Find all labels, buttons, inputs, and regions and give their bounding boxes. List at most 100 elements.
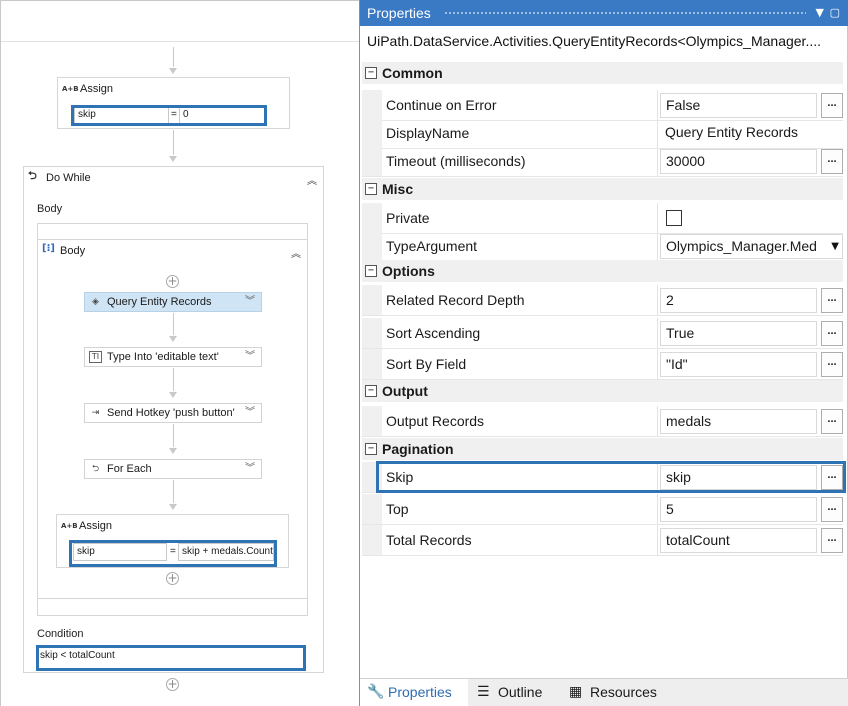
property-value-input[interactable]: 30000 bbox=[660, 149, 817, 174]
collapse-category-icon[interactable]: − bbox=[365, 183, 377, 195]
collapse-category-icon[interactable]: − bbox=[365, 67, 377, 79]
do-while-header: ⮌ Do While ︽ bbox=[24, 167, 323, 189]
add-activity-icon[interactable]: + bbox=[166, 572, 179, 585]
properties-titlebar[interactable]: Properties ▼ ▢ bbox=[360, 0, 848, 26]
row-gutter bbox=[362, 462, 382, 492]
property-value-input[interactable]: medals bbox=[660, 409, 817, 434]
property-value-input[interactable]: totalCount bbox=[660, 528, 817, 553]
row-gutter bbox=[362, 318, 382, 348]
collapse-icon[interactable]: ︽ bbox=[291, 244, 301, 266]
assign-value-field[interactable]: 0 bbox=[179, 106, 266, 124]
outline-icon: ☰ bbox=[477, 684, 490, 700]
property-value-input[interactable]: Query Entity Records bbox=[660, 121, 817, 146]
ellipsis-button[interactable]: ... bbox=[821, 352, 843, 377]
connector-arrow bbox=[169, 156, 177, 162]
ellipsis-button[interactable]: ... bbox=[821, 321, 843, 346]
category-pagination[interactable]: − Pagination bbox=[362, 438, 843, 460]
add-activity-icon[interactable]: + bbox=[166, 678, 179, 691]
property-row-related-record-depth[interactable]: Related Record Depth 2... bbox=[362, 285, 843, 316]
condition-input[interactable]: skip < totalCount bbox=[37, 648, 305, 668]
ellipsis-button[interactable]: ... bbox=[821, 288, 843, 313]
category-label: Output bbox=[382, 383, 428, 399]
activity-type-into[interactable]: TI Type Into 'editable text' ︾ bbox=[84, 347, 262, 367]
assign-activity-inner[interactable]: A+B Assign skip = skip + medals.Count bbox=[56, 514, 289, 568]
assign-activity-top[interactable]: A+B Assign skip = 0 bbox=[57, 77, 290, 129]
property-row-sort-by-field[interactable]: Sort By Field "Id"... bbox=[362, 349, 843, 380]
for-each-icon: ⮌ bbox=[91, 464, 100, 474]
property-name: Continue on Error bbox=[386, 90, 658, 120]
ellipsis-button[interactable]: ... bbox=[821, 93, 843, 118]
property-row-continue-on-error[interactable]: Continue on Error False... bbox=[362, 90, 843, 121]
chevron-down-icon[interactable]: ︾ bbox=[245, 348, 255, 366]
property-name: TypeArgument bbox=[386, 231, 658, 261]
assign-title: Assign bbox=[79, 520, 113, 532]
assign-to-field[interactable]: skip bbox=[74, 106, 169, 124]
activity-type-name: UiPath.DataService.Activities.QueryEntit… bbox=[367, 33, 822, 49]
add-activity-icon[interactable]: + bbox=[166, 275, 179, 288]
property-value-combo[interactable]: Olympics_Manager.Med ▼ bbox=[660, 234, 843, 259]
property-row-skip[interactable]: Skip skip... bbox=[362, 462, 843, 493]
row-gutter bbox=[362, 118, 382, 148]
collapse-category-icon[interactable]: − bbox=[365, 265, 377, 277]
collapse-category-icon[interactable]: − bbox=[365, 385, 377, 397]
tab-label: Outline bbox=[498, 684, 543, 700]
maximize-icon[interactable]: ▢ bbox=[830, 0, 840, 26]
ellipsis-button[interactable]: ... bbox=[821, 409, 843, 434]
property-row-private[interactable]: Private bbox=[362, 203, 843, 234]
connector-line bbox=[173, 480, 174, 503]
tab-outline[interactable]: ☰ Outline bbox=[470, 679, 558, 706]
property-value-input[interactable]: False bbox=[660, 93, 817, 118]
connector-arrow bbox=[169, 392, 177, 398]
category-label: Common bbox=[382, 65, 443, 81]
send-hotkey-icon: ⇥ bbox=[91, 408, 100, 418]
dropdown-icon[interactable]: ▼ bbox=[816, 0, 824, 26]
chevron-down-icon[interactable]: ︾ bbox=[245, 460, 255, 478]
property-row-top[interactable]: Top 5... bbox=[362, 494, 843, 525]
chevron-down-icon[interactable]: ︾ bbox=[245, 293, 255, 311]
property-row-typeargument[interactable]: TypeArgument Olympics_Manager.Med ▼ bbox=[362, 231, 843, 262]
property-name: Total Records bbox=[386, 525, 658, 555]
assign-value-field[interactable]: skip + medals.Count bbox=[178, 543, 274, 561]
assign-icon: A+B bbox=[61, 522, 78, 530]
collapse-icon[interactable]: ︽ bbox=[307, 171, 317, 193]
workflow-designer[interactable]: A+B Assign skip = 0 ⮌ Do While ︽ Body [⁝… bbox=[0, 0, 359, 706]
activity-send-hotkey[interactable]: ⇥ Send Hotkey 'push button' ︾ bbox=[84, 403, 262, 423]
property-row-displayname[interactable]: DisplayName Query Entity Records bbox=[362, 118, 843, 149]
row-gutter bbox=[362, 349, 382, 379]
do-while-body-label: Body bbox=[37, 203, 63, 215]
activity-for-each[interactable]: ⮌ For Each ︾ bbox=[84, 459, 262, 479]
assign-to-field[interactable]: skip bbox=[73, 543, 167, 561]
ellipsis-button[interactable]: ... bbox=[821, 528, 843, 553]
collapse-category-icon[interactable]: − bbox=[365, 443, 377, 455]
property-value-input[interactable]: 2 bbox=[660, 288, 817, 313]
property-row-total-records[interactable]: Total Records totalCount... bbox=[362, 525, 843, 556]
property-row-sort-ascending[interactable]: Sort Ascending True... bbox=[362, 318, 843, 349]
ellipsis-button[interactable]: ... bbox=[821, 149, 843, 174]
property-value-input[interactable]: skip bbox=[660, 465, 817, 490]
bottom-tabs: 🔧 Properties ☰ Outline ▦ Resources bbox=[360, 678, 848, 706]
wrench-icon: 🔧 bbox=[367, 684, 385, 700]
category-common[interactable]: − Common bbox=[362, 62, 843, 84]
row-gutter bbox=[362, 494, 382, 524]
property-row-timeout-milliseconds[interactable]: Timeout (milliseconds) 30000... bbox=[362, 146, 843, 177]
body-sequence-title: Body bbox=[60, 245, 86, 257]
tab-resources[interactable]: ▦ Resources bbox=[562, 679, 668, 706]
ellipsis-button[interactable]: ... bbox=[821, 465, 843, 490]
dropdown-arrow-icon[interactable]: ▼ bbox=[829, 235, 839, 258]
activity-query-entity-records[interactable]: ◈ Query Entity Records ︾ bbox=[84, 292, 262, 312]
category-output[interactable]: − Output bbox=[362, 380, 843, 402]
tab-label: Resources bbox=[590, 684, 657, 700]
property-value-input[interactable]: 5 bbox=[660, 497, 817, 522]
property-value-input[interactable]: True bbox=[660, 321, 817, 346]
category-misc[interactable]: − Misc bbox=[362, 178, 843, 200]
tab-properties[interactable]: 🔧 Properties bbox=[360, 679, 468, 706]
row-gutter bbox=[362, 231, 382, 261]
private-checkbox[interactable] bbox=[666, 210, 682, 226]
property-name: Sort By Field bbox=[386, 349, 658, 379]
property-row-output-records[interactable]: Output Records medals... bbox=[362, 406, 843, 437]
property-value-input[interactable]: "Id" bbox=[660, 352, 817, 377]
ellipsis-button[interactable]: ... bbox=[821, 497, 843, 522]
row-gutter bbox=[362, 146, 382, 176]
chevron-down-icon[interactable]: ︾ bbox=[245, 404, 255, 422]
category-options[interactable]: − Options bbox=[362, 260, 843, 282]
